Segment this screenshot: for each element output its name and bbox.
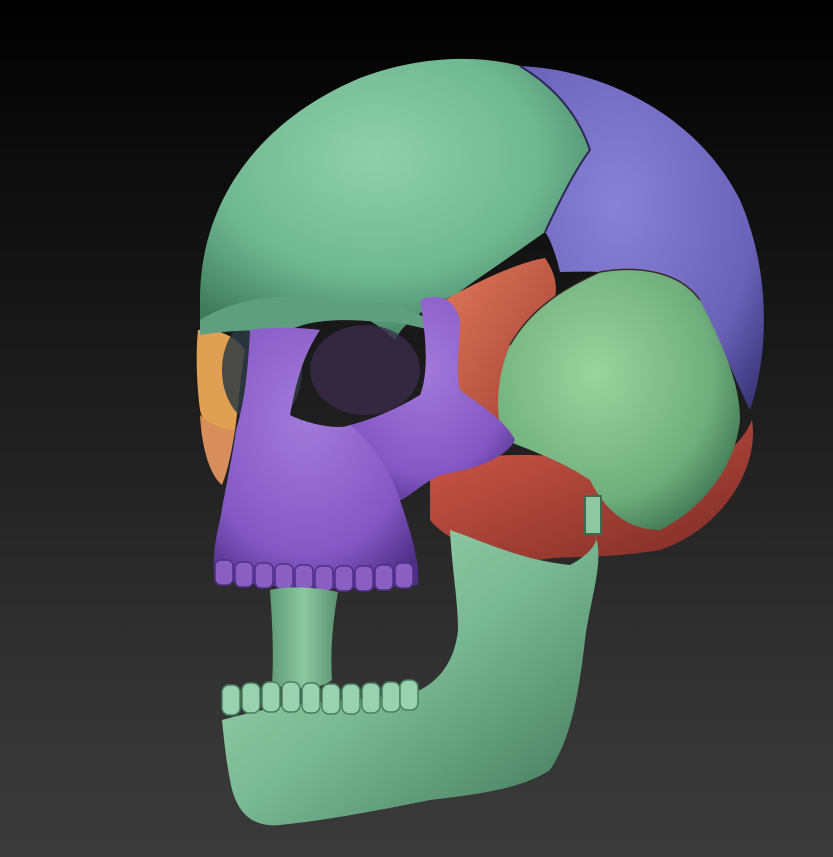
cervical-spine	[270, 587, 338, 689]
skull-render	[196, 58, 764, 826]
right-orbit	[310, 325, 420, 415]
styloid-marker	[584, 495, 602, 535]
render-viewport	[0, 0, 833, 857]
